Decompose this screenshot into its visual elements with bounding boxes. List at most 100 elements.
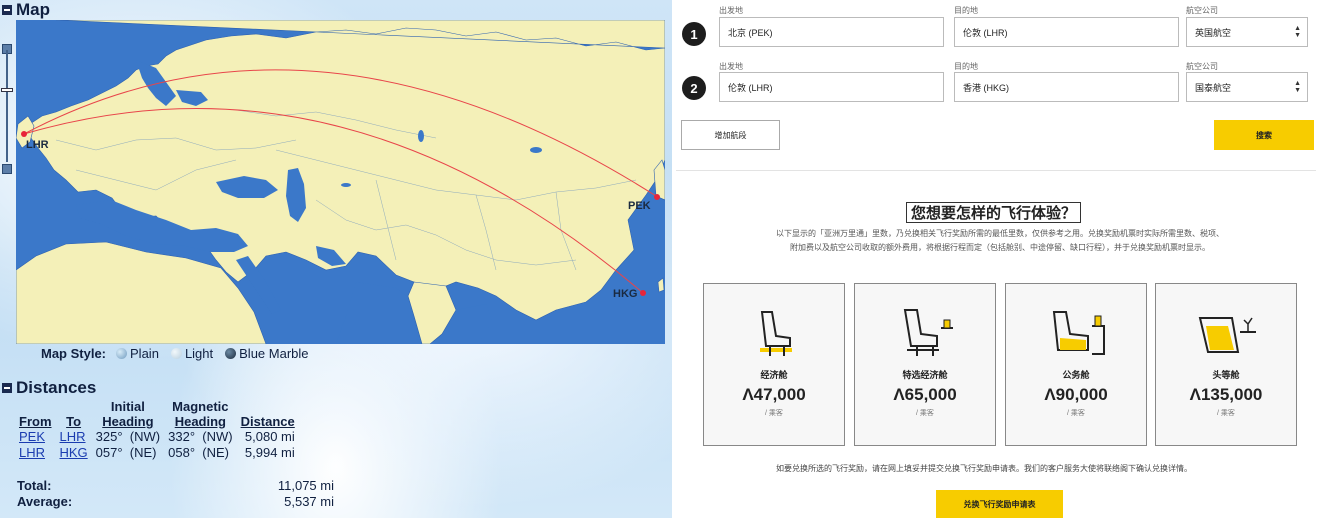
search-button[interactable]: 搜索	[1214, 120, 1314, 150]
asia-miles-icon: Λ	[893, 385, 905, 404]
distances-table: Initial Magnetic From To Heading Heading…	[15, 399, 299, 461]
map-style-light[interactable]: Light	[170, 346, 213, 361]
map-style-plain[interactable]: Plain	[116, 346, 159, 361]
pek-label: PEK	[628, 200, 651, 212]
asia-miles-icon: Λ	[1189, 385, 1201, 404]
distances-heading: Distances	[16, 378, 97, 397]
initial-heading-cell: 325° (NW)	[95, 429, 161, 444]
distances-section-header[interactable]: Distances	[2, 378, 96, 398]
experience-description: 以下显示的「亚洲万里通」里数，乃兑换相关飞行奖励所需的最低里数，仅供参考之用。兑…	[720, 227, 1280, 255]
select-arrows-icon: ▲ ▼	[1294, 25, 1301, 39]
business-seat-icon	[1052, 311, 1105, 355]
from-label: 出发地	[719, 6, 743, 15]
distance-cell: 5,080 mi	[244, 429, 295, 444]
to-link[interactable]: LHR	[56, 429, 92, 445]
map-style-label: Map Style:	[41, 346, 107, 361]
cabin-price: Λ47,000	[742, 385, 806, 404]
table-row: LHR HKG 057° (NE) 058° (NE) 5,994 mi	[15, 445, 299, 461]
zoom-slider-knob[interactable]	[1, 88, 13, 92]
premium-economy-seat-icon	[903, 309, 953, 356]
asia-miles-icon: Λ	[742, 385, 754, 404]
route-map[interactable]: LHR PEK HKG	[16, 20, 665, 344]
map-canvas[interactable]: LHR PEK HKG	[16, 20, 665, 344]
first-class-seat-icon	[1198, 317, 1256, 353]
from-link[interactable]: PEK	[15, 429, 56, 445]
destination-input[interactable]: 香港 (HKG)	[954, 72, 1179, 102]
cabin-card-economy[interactable]: 经济舱 Λ47,000 / 乘客	[703, 283, 845, 446]
lhr-label: LHR	[26, 139, 49, 151]
map-heading: Map	[16, 0, 50, 19]
total-label: Total:	[17, 478, 52, 493]
cabin-card-business[interactable]: 公务舱 Λ90,000 / 乘客	[1005, 283, 1147, 446]
globe-marble-icon[interactable]	[225, 348, 237, 359]
collapse-icon[interactable]	[2, 5, 12, 15]
airline-select[interactable]: 英国航空 ▲ ▼	[1186, 17, 1308, 47]
map-style-blue-marble[interactable]: Blue Marble	[225, 346, 309, 361]
economy-seat-icon	[760, 311, 792, 356]
segment-number-badge: 2	[682, 76, 706, 100]
description-line-2: 附加费以及航空公司收取的额外费用，将根据行程而定（包括舱别、中途停留、缺口行程）…	[790, 243, 1210, 252]
magnetic-heading-cell: 058° (NE)	[168, 445, 229, 460]
add-segment-button[interactable]: 增加航段	[681, 120, 780, 150]
to-link[interactable]: HKG	[56, 445, 92, 461]
redemption-note: 如要兑换所选的飞行奖励，请在网上填妥并提交兑换飞行奖励申请表。我们的客户服务大使…	[776, 464, 1192, 473]
cabin-name: 经济舱	[760, 370, 788, 380]
cabin-card-premium-economy[interactable]: 特选经济舱 Λ65,000 / 乘客	[854, 283, 996, 446]
airline-label: 航空公司	[1186, 62, 1218, 71]
origin-input[interactable]: 北京 (PEK)	[719, 17, 944, 47]
initial-heading-header-2: Heading	[102, 414, 154, 429]
cabin-unit: / 乘客	[916, 410, 934, 417]
cabin-name: 公务舱	[1062, 370, 1090, 380]
cabin-name: 头等舱	[1212, 370, 1240, 380]
from-link[interactable]: LHR	[15, 445, 56, 461]
destination-input[interactable]: 伦敦 (LHR)	[954, 17, 1179, 47]
from-header: From	[19, 414, 52, 429]
apply-form-button[interactable]: 兑换飞行奖励申请表	[936, 490, 1063, 518]
cabin-unit: / 乘客	[1067, 410, 1085, 417]
table-row: PEK LHR 325° (NW) 332° (NW) 5,080 mi	[15, 429, 299, 445]
initial-heading-cell: 057° (NE)	[95, 445, 157, 460]
initial-heading-header-1: Initial	[110, 399, 145, 414]
to-header: To	[66, 414, 82, 429]
experience-title: 您想要怎样的飞行体验？	[906, 202, 1082, 223]
cabin-card-first[interactable]: 头等舱 Λ135,000 / 乘客	[1155, 283, 1297, 446]
airline-label: 航空公司	[1186, 6, 1218, 15]
airline-select-value: 英国航空	[1195, 27, 1232, 38]
cabin-price: Λ90,000	[1044, 385, 1108, 404]
average-label: Average:	[17, 494, 73, 509]
airline-select-value: 国泰航空	[1195, 82, 1232, 93]
airline-select[interactable]: 国泰航空 ▲ ▼	[1186, 72, 1308, 102]
cabin-price: Λ65,000	[893, 385, 957, 404]
great-circle-mapper-panel: Map LHR PEK HKG Map Style: Plain Light B…	[0, 0, 672, 518]
award-calculator-panel: 1 出发地 北京 (PEK) 目的地 伦敦 (LHR) 航空公司 英国航空 ▲ ▼…	[672, 0, 1320, 518]
pek-marker[interactable]	[654, 194, 660, 200]
map-style-marble-label[interactable]: Blue Marble	[239, 346, 308, 361]
to-label: 目的地	[954, 62, 978, 71]
map-section-header[interactable]: Map	[2, 0, 50, 20]
magnetic-heading-cell: 332° (NW)	[168, 429, 233, 444]
collapse-icon[interactable]	[2, 383, 12, 393]
magnetic-heading-header-2: Heading	[174, 414, 226, 429]
map-style-selector: Map Style: Plain Light Blue Marble	[41, 346, 315, 361]
average-value: 5,537 mi	[284, 494, 334, 509]
globe-plain-icon[interactable]	[116, 348, 128, 359]
description-line-1: 以下显示的「亚洲万里通」里数，乃兑换相关飞行奖励所需的最低里数，仅供参考之用。兑…	[776, 229, 1224, 238]
from-label: 出发地	[719, 62, 743, 71]
cabin-name: 特选经济舱	[902, 370, 948, 380]
globe-light-icon[interactable]	[170, 348, 182, 359]
hkg-marker[interactable]	[640, 290, 646, 296]
zoom-slider-track[interactable]	[6, 50, 8, 162]
magnetic-heading-header-1: Magnetic	[172, 399, 229, 414]
zoom-control[interactable]	[1, 44, 13, 174]
divider	[676, 170, 1316, 171]
cabin-unit: / 乘客	[1217, 410, 1235, 417]
to-label: 目的地	[954, 6, 978, 15]
total-value: 11,075 mi	[277, 478, 334, 493]
map-style-light-label[interactable]: Light	[185, 346, 213, 361]
asia-miles-icon: Λ	[1044, 385, 1056, 404]
distance-header: Distance	[240, 414, 295, 429]
lhr-marker[interactable]	[21, 131, 27, 137]
origin-input[interactable]: 伦敦 (LHR)	[719, 72, 944, 102]
map-style-plain-label[interactable]: Plain	[130, 346, 159, 361]
zoom-out-icon[interactable]	[2, 164, 12, 174]
